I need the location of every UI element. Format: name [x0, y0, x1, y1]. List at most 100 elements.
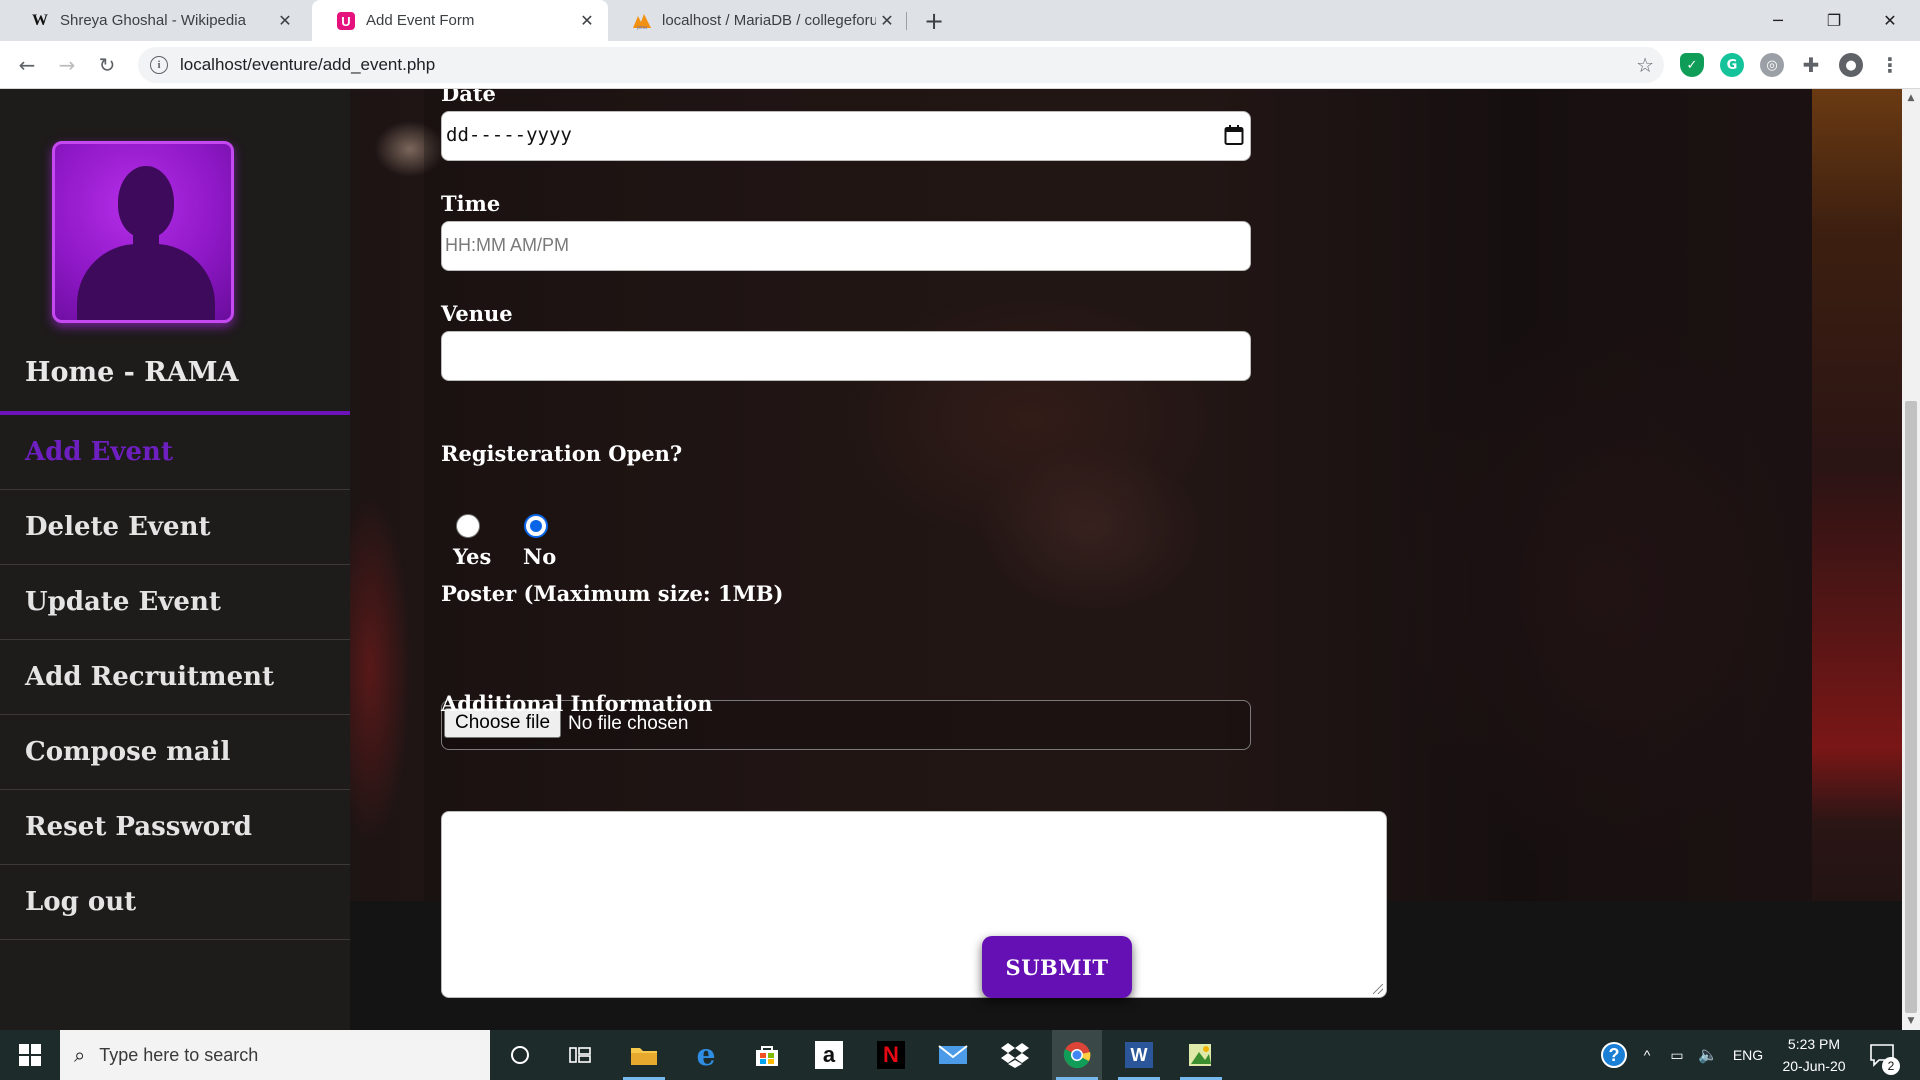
browser-menu-icon[interactable]: ⋮ — [1878, 53, 1902, 77]
svg-text:pma: pma — [637, 25, 647, 30]
tab-wikipedia[interactable]: W Shreya Ghoshal - Wikipedia ✕ — [6, 0, 306, 41]
search-placeholder: Type here to search — [99, 1044, 259, 1065]
language-indicator[interactable]: ENG — [1728, 1030, 1768, 1080]
clock[interactable]: 5:23 PM 20-Jun-20 — [1774, 1030, 1854, 1080]
calendar-icon[interactable] — [1224, 124, 1244, 146]
word-icon[interactable]: W — [1114, 1030, 1164, 1080]
radio-yes-label: Yes — [453, 544, 492, 569]
time-input[interactable]: HH:MM AM/PM — [441, 221, 1251, 271]
tab-add-event-form[interactable]: U Add Event Form ✕ — [312, 0, 608, 41]
avatar-head-shape — [118, 166, 174, 238]
address-bar[interactable]: i localhost/eventure/add_event.php ☆ — [138, 47, 1664, 83]
date-value: dd-----yyyy — [446, 124, 572, 146]
venue-input[interactable] — [441, 331, 1251, 381]
scroll-down-arrow-icon[interactable]: ▼ — [1902, 1012, 1920, 1030]
browser-tab-bar: W Shreya Ghoshal - Wikipedia ✕ U Add Eve… — [0, 0, 1920, 41]
radio-no[interactable] — [524, 514, 548, 538]
minimize-icon[interactable]: ─ — [1750, 0, 1806, 41]
file-status-text: No file chosen — [568, 713, 689, 734]
scroll-thumb[interactable] — [1905, 401, 1917, 1013]
avatar-body-shape — [77, 244, 215, 320]
taskbar-search-box[interactable]: ⌕ Type here to search — [60, 1030, 490, 1080]
chrome-icon[interactable] — [1052, 1030, 1102, 1080]
sidebar-item-log-out[interactable]: Log out — [0, 865, 350, 940]
radio-no-label: No — [523, 544, 557, 569]
task-view-icon[interactable] — [555, 1030, 605, 1080]
bookmark-star-icon[interactable]: ☆ — [1636, 53, 1654, 77]
wikipedia-favicon-icon: W — [32, 11, 48, 29]
sidebar-menu: Add Event Delete Event Update Event Add … — [0, 415, 350, 940]
submit-button[interactable]: SUBMIT — [982, 936, 1132, 998]
page-scrollbar[interactable]: ▲ ▼ — [1902, 89, 1920, 1030]
sidebar-home-link[interactable]: Home - RAMA — [25, 357, 239, 388]
date-label: Date — [441, 89, 496, 106]
tab-phpmyadmin[interactable]: pma localhost / MariaDB / collegeforu ✕ — [608, 0, 908, 41]
paint-icon[interactable] — [1176, 1030, 1226, 1080]
help-icon[interactable]: ? — [1596, 1030, 1632, 1080]
radio-yes[interactable] — [456, 514, 480, 538]
site-info-icon[interactable]: i — [150, 56, 168, 74]
close-tab-icon[interactable]: ✕ — [876, 10, 898, 32]
show-hidden-icons-chevron-icon[interactable]: ^ — [1636, 1030, 1658, 1080]
windows-start-icon[interactable] — [0, 1030, 60, 1080]
clock-time: 5:23 PM — [1787, 1036, 1841, 1052]
maximize-icon[interactable]: ❐ — [1806, 0, 1862, 41]
extension-circle-icon[interactable]: ◎ — [1760, 53, 1784, 77]
sidebar-item-compose-mail[interactable]: Compose mail — [0, 715, 350, 790]
phpmyadmin-favicon-icon: pma — [632, 11, 652, 31]
sidebar-item-delete-event[interactable]: Delete Event — [0, 490, 350, 565]
sidebar-item-reset-password[interactable]: Reset Password — [0, 790, 350, 865]
tab-title: Add Event Form — [366, 12, 475, 29]
browser-toolbar: ← → ↻ i localhost/eventure/add_event.php… — [0, 41, 1920, 89]
sidebar-item-add-recruitment[interactable]: Add Recruitment — [0, 640, 350, 715]
avatar — [52, 141, 234, 323]
close-tab-icon[interactable]: ✕ — [274, 10, 296, 32]
netflix-icon[interactable]: N — [866, 1030, 916, 1080]
extensions-puzzle-icon[interactable]: ✚ — [1799, 53, 1823, 77]
sidebar-item-add-event[interactable]: Add Event — [0, 415, 350, 490]
tab-separator — [906, 12, 907, 30]
tab-title: localhost / MariaDB / collegeforu — [662, 12, 876, 29]
close-window-icon[interactable]: ✕ — [1862, 0, 1918, 41]
background-lights — [1812, 89, 1902, 1030]
dropbox-icon[interactable] — [990, 1030, 1040, 1080]
edge-browser-icon[interactable]: e — [681, 1030, 731, 1080]
close-tab-icon[interactable]: ✕ — [576, 10, 598, 32]
windows-taskbar: ⌕ Type here to search e a N W ? ^ ▭ 🔈 EN… — [0, 1030, 1920, 1080]
forward-arrow-icon[interactable]: → — [53, 51, 81, 79]
additional-info-textarea[interactable] — [441, 811, 1387, 998]
venue-label: Venue — [441, 301, 513, 326]
reload-icon[interactable]: ↻ — [93, 51, 121, 79]
tab-title: Shreya Ghoshal - Wikipedia — [60, 12, 246, 29]
time-placeholder: HH:MM AM/PM — [445, 235, 569, 255]
date-input[interactable]: dd-----yyyy — [441, 111, 1251, 161]
notification-count-badge: 2 — [1882, 1057, 1900, 1075]
registration-label: Registeration Open? — [441, 441, 683, 466]
battery-icon[interactable]: ▭ — [1662, 1030, 1692, 1080]
store-icon[interactable] — [742, 1030, 792, 1080]
clock-date: 20-Jun-20 — [1782, 1058, 1846, 1074]
poster-label: Poster (Maximum size: 1MB) — [441, 581, 784, 606]
site-favicon-icon: U — [336, 11, 356, 31]
back-arrow-icon[interactable]: ← — [13, 51, 41, 79]
amazon-icon[interactable]: a — [804, 1030, 854, 1080]
new-tab-button[interactable]: + — [920, 7, 948, 35]
search-icon: ⌕ — [74, 1043, 86, 1067]
web-page: Home - RAMA Add Event Delete Event Updat… — [0, 89, 1902, 1030]
notifications-icon[interactable]: 2 — [1862, 1030, 1902, 1080]
shield-extension-icon[interactable]: ✓ — [1680, 53, 1704, 77]
profile-avatar-icon[interactable]: ● — [1839, 53, 1863, 77]
mail-icon[interactable] — [928, 1030, 978, 1080]
cortana-icon[interactable] — [495, 1030, 545, 1080]
time-label: Time — [441, 191, 501, 216]
additional-info-label: Additional Information — [441, 691, 713, 716]
sidebar: Home - RAMA Add Event Delete Event Updat… — [0, 89, 350, 1030]
grammarly-icon[interactable]: G — [1720, 53, 1744, 77]
resize-grip-icon[interactable] — [1373, 984, 1383, 994]
file-explorer-icon[interactable] — [619, 1030, 669, 1080]
sidebar-item-update-event[interactable]: Update Event — [0, 565, 350, 640]
form-area: Date dd-----yyyy Time HH:MM AM/PM Venue … — [350, 89, 1902, 1030]
volume-icon[interactable]: 🔈 — [1694, 1030, 1722, 1080]
scroll-up-arrow-icon[interactable]: ▲ — [1902, 89, 1920, 107]
svg-text:U: U — [341, 14, 350, 29]
